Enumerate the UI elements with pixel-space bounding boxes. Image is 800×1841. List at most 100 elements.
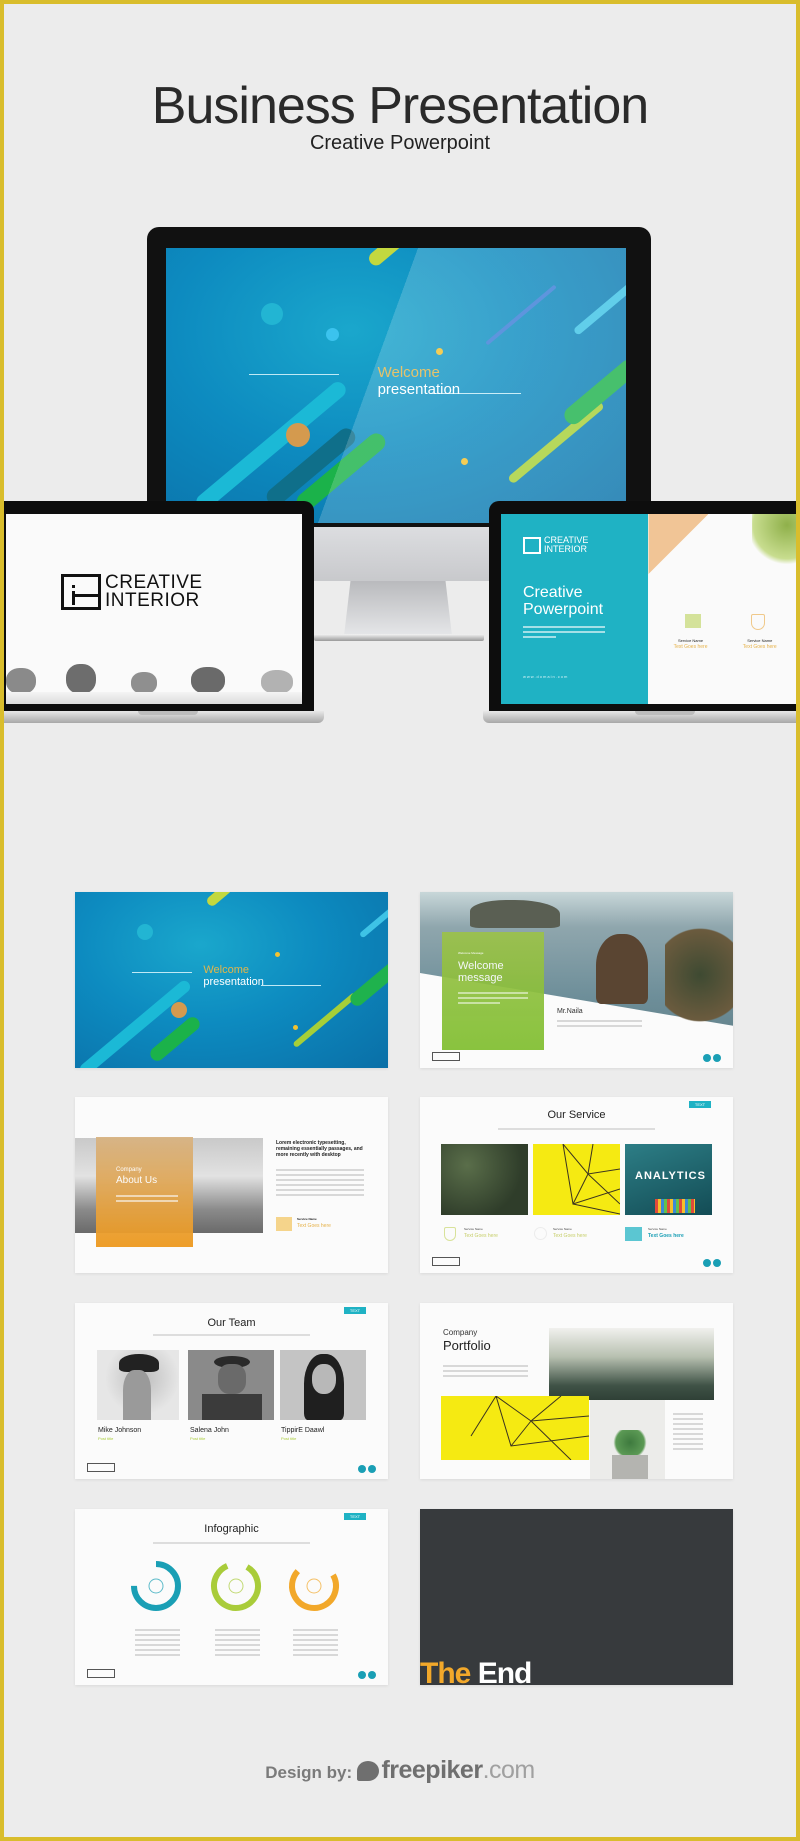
brand-tld: .com — [482, 1756, 536, 1784]
creative-interior-logo-white: CREATIVE INTERIOR — [523, 536, 588, 554]
calendar-icon — [276, 1217, 292, 1231]
gear-icon — [228, 1578, 244, 1594]
slide-thumbnail-our-service[interactable]: TEXT Our Service ANALYTICS Service Name … — [420, 1097, 733, 1273]
laptop-title-line2: Powerpoint — [523, 601, 604, 618]
feature-value: Text Goes here — [742, 644, 777, 650]
team-photo — [188, 1350, 274, 1420]
slide-nav[interactable] — [358, 1465, 376, 1473]
slide-title-line1: Welcome — [458, 960, 504, 972]
corner-tag: TEXT — [689, 1101, 711, 1108]
laptop-right-screen: CREATIVE INTERIOR Creative Powerpoint ww… — [501, 514, 796, 704]
shield-icon — [444, 1227, 456, 1241]
slide-title: Our Team — [207, 1317, 256, 1329]
slide-thumbnail-welcome[interactable]: Welcome presentation — [75, 892, 388, 1068]
slide-headline: Lorem electronic typesetting, remaining … — [276, 1140, 363, 1158]
analytics-photo: ANALYTICS — [625, 1144, 712, 1215]
logo-mark-icon — [523, 536, 541, 554]
next-icon[interactable] — [713, 1259, 721, 1267]
misty-forest-photo — [549, 1328, 714, 1400]
slide-title-line2: message — [458, 972, 503, 984]
geometric-photo — [441, 1395, 590, 1461]
monitor-slide-line2: presentation — [377, 380, 461, 398]
prev-icon[interactable] — [703, 1259, 711, 1267]
laptop-title-line1: Creative — [523, 584, 583, 601]
geometric-photo — [533, 1143, 621, 1215]
slide-title: About Us — [116, 1175, 158, 1186]
logo-mark-icon — [61, 574, 101, 610]
calendar-icon — [684, 614, 701, 628]
laptop-left-screen: CREATIVE INTERIOR — [6, 514, 302, 704]
feature-label: Service Name — [677, 638, 704, 643]
corner-tag: TEXT — [344, 1307, 366, 1314]
slide-thumbnail-welcome-message[interactable]: Welcome message Welcome Message Mr.Naila — [420, 892, 733, 1068]
progress-ring — [289, 1561, 339, 1611]
mini-logo — [432, 1052, 460, 1061]
feature-label: Service Name — [464, 1227, 483, 1231]
slide-kicker: Company — [443, 1328, 478, 1337]
brand-name: freepiker — [381, 1756, 483, 1784]
monitor-screen: Welcome presentation — [166, 248, 626, 523]
welcome-slide-art: Welcome presentation — [166, 248, 626, 523]
cactus-row — [6, 660, 302, 704]
end-word2: End — [477, 1657, 533, 1685]
logo-line2: INTERIOR — [105, 590, 200, 611]
end-word1: The — [420, 1657, 471, 1685]
brand-link[interactable]: freepiker.com — [381, 1756, 536, 1784]
feature-label: Service Name — [747, 638, 773, 643]
freepiker-leaf-icon — [357, 1761, 380, 1781]
person-name: Mr.Naila — [557, 1008, 583, 1015]
slide-thumbnail-our-team[interactable]: TEXT Our Team Mike Johnson Post title Sa… — [75, 1303, 388, 1479]
feature-value: Text Goes here — [297, 1223, 331, 1229]
prev-icon[interactable] — [703, 1054, 711, 1062]
film-icon — [625, 1227, 642, 1241]
feature-value: Text Goes here — [464, 1233, 498, 1239]
member-role: Post title — [190, 1436, 206, 1441]
pencil-edit-icon — [148, 1578, 164, 1594]
creative-interior-logo: CREATIVE INTERIOR — [61, 573, 203, 611]
succulent-photo — [590, 1400, 665, 1479]
slide-title: Our Service — [547, 1109, 606, 1121]
board-text: ANALYTICS — [635, 1170, 706, 1182]
monitor-slide-line1: Welcome — [377, 363, 440, 381]
member-role: Post title — [281, 1436, 297, 1441]
team-photo — [97, 1350, 179, 1420]
slide-kicker: Company — [116, 1167, 142, 1173]
slide-nav[interactable] — [703, 1054, 721, 1062]
slide-title: Portfolio — [443, 1338, 491, 1353]
slide-thumbnail-infographic[interactable]: TEXT Infographic — [75, 1509, 388, 1685]
next-icon[interactable] — [713, 1054, 721, 1062]
slide-line1: Welcome — [203, 964, 249, 977]
laptop-right: CREATIVE INTERIOR Creative Powerpoint ww… — [483, 501, 796, 723]
desktop-monitor: Welcome presentation — [147, 227, 651, 527]
slide-nav[interactable] — [703, 1259, 721, 1267]
member-name: Mike Johnson — [98, 1427, 142, 1434]
feature-label: Service Name — [553, 1227, 572, 1231]
progress-ring — [131, 1561, 181, 1611]
monitor-stand — [344, 581, 452, 636]
page-title: Business Presentation — [151, 77, 649, 135]
member-role: Post title — [98, 1436, 114, 1441]
next-icon[interactable] — [368, 1465, 376, 1473]
mini-logo — [87, 1463, 115, 1472]
feature-value: Text Goes here — [648, 1233, 684, 1239]
feature-value: Text Goes here — [673, 644, 708, 650]
team-photo — [280, 1350, 366, 1420]
slide-nav[interactable] — [358, 1671, 376, 1679]
slide-thumbnail-the-end[interactable]: The End — [420, 1509, 733, 1685]
page-subtitle: Creative Powerpoint — [309, 132, 491, 154]
slide-thumbnail-portfolio[interactable]: Company Portfolio — [420, 1303, 733, 1479]
feature-value: Text Goes here — [553, 1233, 587, 1239]
laptop-left: CREATIVE INTERIOR — [4, 501, 324, 723]
slide-kicker: Welcome Message — [458, 951, 484, 955]
member-name: Salena John — [190, 1427, 229, 1434]
mini-logo — [432, 1257, 460, 1266]
laptop-url: www.domain.com — [523, 674, 569, 679]
progress-ring — [211, 1561, 261, 1611]
monitor-base — [314, 634, 484, 641]
slide-thumbnail-about-us[interactable]: Company About Us Lorem electronic typese… — [75, 1097, 388, 1273]
member-name: TippirE Daawl — [281, 1427, 325, 1434]
prev-icon[interactable] — [358, 1465, 366, 1473]
next-icon[interactable] — [368, 1671, 376, 1679]
slide-line2: presentation — [203, 976, 264, 989]
prev-icon[interactable] — [358, 1671, 366, 1679]
